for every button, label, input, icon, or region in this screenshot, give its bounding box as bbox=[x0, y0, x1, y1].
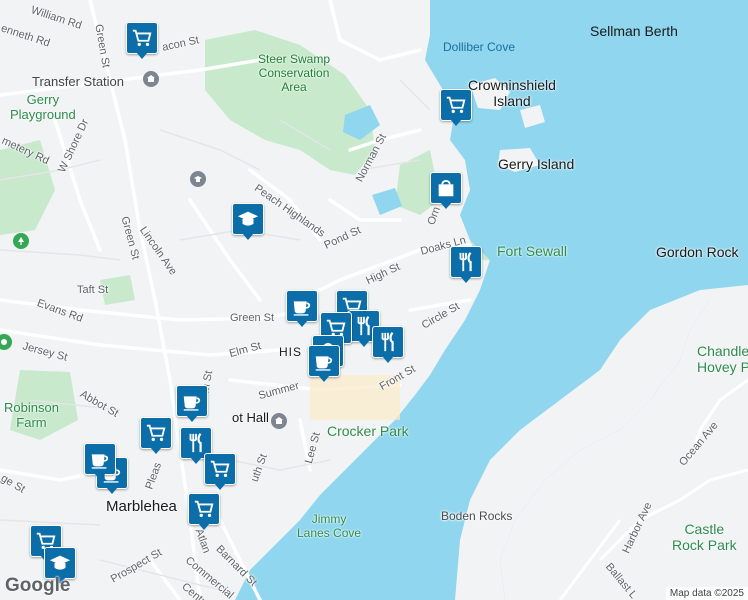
google-logo: Google bbox=[5, 575, 71, 596]
pin-pointer bbox=[450, 119, 462, 126]
pin-pointer bbox=[136, 52, 148, 59]
pin-pointer bbox=[94, 473, 106, 480]
shopping-bag-icon bbox=[430, 172, 462, 204]
cafe-icon bbox=[176, 385, 208, 417]
school-place-icon[interactable] bbox=[190, 171, 206, 187]
map-pin[interactable] bbox=[232, 203, 264, 243]
pin-pointer bbox=[460, 276, 472, 283]
map-pin[interactable] bbox=[372, 326, 404, 366]
map-pin[interactable] bbox=[430, 172, 462, 212]
restaurant-icon bbox=[450, 246, 482, 278]
cafe-icon bbox=[286, 290, 318, 322]
pin-pointer bbox=[296, 320, 308, 327]
pin-pointer bbox=[186, 415, 198, 422]
abbot-hall-icon[interactable] bbox=[271, 413, 287, 429]
map-pin[interactable] bbox=[176, 385, 208, 425]
map-pin[interactable] bbox=[188, 493, 220, 533]
shopping-cart-icon bbox=[140, 417, 172, 449]
map-pin[interactable] bbox=[450, 246, 482, 286]
map-pin[interactable] bbox=[140, 417, 172, 457]
pin-pointer bbox=[198, 523, 210, 530]
map-pin[interactable] bbox=[308, 345, 340, 385]
pin-pointer bbox=[382, 356, 394, 363]
map-canvas[interactable]: Sellman Berth Dolliber Cove Crowninshiel… bbox=[0, 0, 748, 600]
pin-pointer bbox=[440, 202, 452, 209]
cafe-icon bbox=[308, 345, 340, 377]
map-pin[interactable] bbox=[440, 89, 472, 129]
restaurant-icon bbox=[372, 326, 404, 358]
shopping-cart-icon bbox=[126, 22, 158, 54]
shopping-cart-icon bbox=[204, 453, 236, 485]
map-pin[interactable] bbox=[286, 290, 318, 330]
tree-icon[interactable] bbox=[13, 233, 29, 249]
landmark-icon[interactable] bbox=[143, 71, 159, 87]
school-icon bbox=[232, 203, 264, 235]
shopping-cart-icon bbox=[440, 89, 472, 121]
pin-pointer bbox=[214, 483, 226, 490]
pin-pointer bbox=[318, 375, 330, 382]
pin-pointer bbox=[358, 340, 370, 347]
pin-pointer bbox=[150, 447, 162, 454]
map-pin[interactable] bbox=[84, 443, 116, 483]
shopping-cart-icon bbox=[188, 493, 220, 525]
pin-pointer bbox=[106, 487, 118, 494]
pin-pointer bbox=[242, 233, 254, 240]
cafe-icon bbox=[84, 443, 116, 475]
map-base-layer bbox=[0, 0, 748, 600]
map-pin[interactable] bbox=[204, 453, 236, 493]
map-data-credit[interactable]: Map data ©2025 bbox=[665, 587, 748, 600]
map-pin[interactable] bbox=[126, 22, 158, 62]
pin-pointer bbox=[190, 457, 202, 464]
